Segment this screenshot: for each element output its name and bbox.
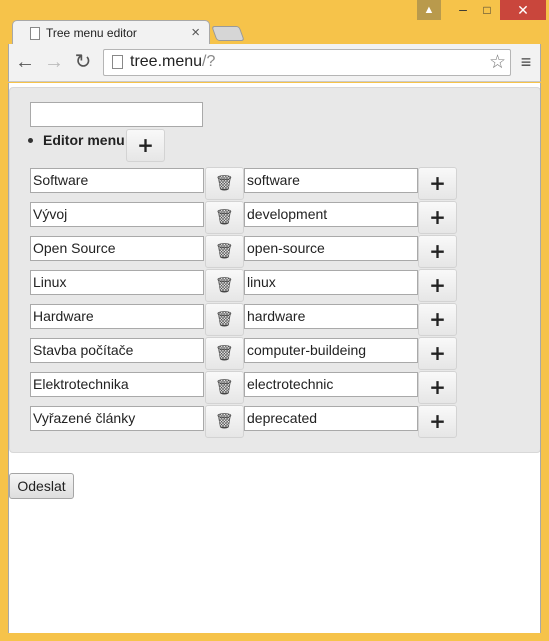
close-window-button[interactable]: ✕: [500, 0, 546, 20]
list-bullet: [28, 138, 33, 143]
add-child-item-button[interactable]: +: [418, 371, 457, 404]
back-arrow-icon[interactable]: ←: [13, 50, 37, 74]
browser-tab[interactable]: Tree menu editor ×: [12, 20, 210, 46]
browser-toolbar: ← → ↻ tree.menu/? ☆ ≡: [8, 44, 541, 82]
item-slug-input[interactable]: software: [244, 168, 418, 193]
menu-editor-panel: Editor menu + Software 🗑 software + Vývoj 🗑 de…: [9, 87, 540, 453]
add-child-item-button[interactable]: +: [418, 303, 457, 336]
add-child-item-button[interactable]: +: [418, 235, 457, 268]
delete-item-button[interactable]: 🗑: [205, 201, 244, 234]
new-tab-button[interactable]: [211, 26, 245, 41]
item-title-input[interactable]: Vývoj: [30, 202, 204, 227]
item-title-input[interactable]: Linux: [30, 270, 204, 295]
delete-item-button[interactable]: 🗑: [205, 167, 244, 200]
delete-item-button[interactable]: 🗑: [205, 405, 244, 438]
forward-arrow-icon[interactable]: →: [42, 50, 66, 74]
close-tab-icon[interactable]: ×: [191, 24, 200, 41]
root-menu-label: Editor menu: [43, 132, 125, 148]
item-slug-input[interactable]: electrotechnic: [244, 372, 418, 397]
trash-icon: 🗑: [214, 310, 235, 328]
trash-icon: 🗑: [214, 242, 235, 260]
item-slug-input[interactable]: hardware: [244, 304, 418, 329]
root-name-input[interactable]: [30, 102, 203, 127]
delete-item-button[interactable]: 🗑: [205, 303, 244, 336]
url-text: tree.menu/?: [130, 53, 215, 71]
add-child-item-button[interactable]: +: [418, 405, 457, 438]
user-icon[interactable]: ▲: [417, 0, 441, 20]
item-title-input[interactable]: Software: [30, 168, 204, 193]
add-child-item-button[interactable]: +: [418, 269, 457, 302]
add-child-item-button[interactable]: +: [418, 337, 457, 370]
delete-item-button[interactable]: 🗑: [205, 269, 244, 302]
url-host: tree.menu: [130, 53, 203, 70]
item-title-input[interactable]: Hardware: [30, 304, 204, 329]
maximize-button[interactable]: □: [476, 0, 498, 20]
minimize-button[interactable]: ‒: [452, 0, 474, 20]
delete-item-button[interactable]: 🗑: [205, 371, 244, 404]
trash-icon: 🗑: [214, 276, 235, 294]
item-title-input[interactable]: Elektrotechnika: [30, 372, 204, 397]
page-icon: [30, 27, 40, 40]
address-bar[interactable]: tree.menu/? ☆: [103, 49, 511, 76]
item-title-input[interactable]: Stavba počítače: [30, 338, 204, 363]
item-slug-input[interactable]: deprecated: [244, 406, 418, 431]
trash-icon: 🗑: [214, 344, 235, 362]
hamburger-menu-icon[interactable]: ≡: [515, 50, 537, 74]
item-slug-input[interactable]: computer-buildeing: [244, 338, 418, 363]
title-bar: Tree menu editor × ▲ ‒ □ ✕: [0, 0, 549, 46]
item-slug-input[interactable]: open-source: [244, 236, 418, 261]
bookmark-star-icon[interactable]: ☆: [489, 51, 506, 74]
trash-icon: 🗑: [214, 378, 235, 396]
trash-icon: 🗑: [214, 208, 235, 226]
delete-item-button[interactable]: 🗑: [205, 337, 244, 370]
page-viewport: Editor menu + Software 🗑 software + Vývoj 🗑 de…: [8, 83, 541, 633]
reload-icon[interactable]: ↻: [71, 50, 95, 74]
delete-item-button[interactable]: 🗑: [205, 235, 244, 268]
tab-title: Tree menu editor: [46, 26, 137, 40]
item-title-input[interactable]: Vyřazené články: [30, 406, 204, 431]
page-icon: [112, 55, 123, 69]
add-child-item-button[interactable]: +: [418, 201, 457, 234]
add-child-item-button[interactable]: +: [418, 167, 457, 200]
item-slug-input[interactable]: linux: [244, 270, 418, 295]
trash-icon: 🗑: [214, 174, 235, 192]
item-title-input[interactable]: Open Source: [30, 236, 204, 261]
submit-button[interactable]: Odeslat: [9, 473, 74, 499]
trash-icon: 🗑: [214, 412, 235, 430]
url-path: /?: [202, 53, 216, 70]
add-root-item-button[interactable]: +: [126, 129, 165, 162]
item-slug-input[interactable]: development: [244, 202, 418, 227]
